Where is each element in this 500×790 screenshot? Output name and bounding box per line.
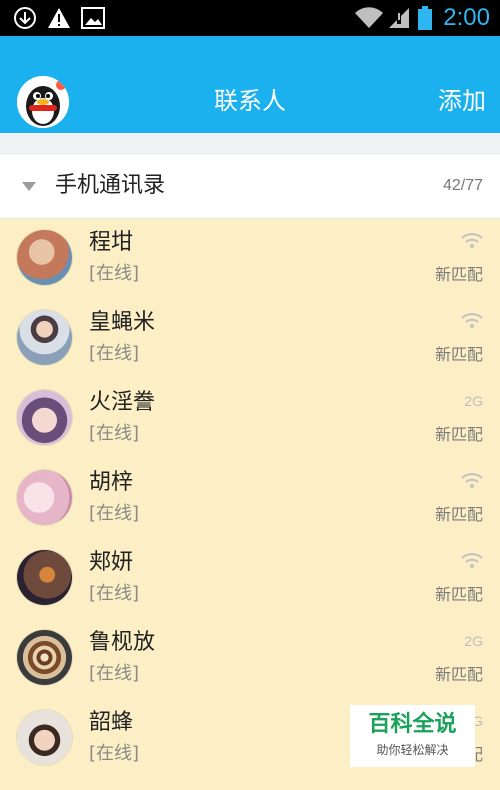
wifi-icon — [354, 5, 384, 31]
group-count: 42/77 — [442, 177, 483, 194]
network-label: 2G — [464, 393, 483, 409]
status-bar: 2:00 — [0, 0, 500, 36]
avatar — [17, 630, 72, 685]
watermark-subtitle: 助你轻松解决 — [376, 743, 449, 757]
match-label: 新匹配 — [434, 345, 483, 364]
page-title: 联系人 — [214, 87, 286, 115]
match-label: 新匹配 — [434, 265, 483, 284]
contact-name: 火淫誊 — [89, 390, 156, 415]
contact-status: [在线] — [89, 343, 140, 364]
chevron-down-icon — [22, 182, 36, 191]
network-label: 2G — [464, 633, 483, 649]
list-item[interactable]: 火淫誊 [在线] 2G 新匹配 — [0, 378, 500, 458]
group-title: 手机通讯录 — [55, 173, 166, 198]
clock: 2:00 — [443, 4, 490, 31]
contact-name: 郏妍 — [89, 550, 134, 575]
contact-name: 皇蝇米 — [89, 310, 156, 335]
warning-icon — [46, 5, 72, 31]
contact-status: [在线] — [89, 423, 140, 444]
contact-status: [在线] — [89, 663, 140, 684]
download-icon — [12, 5, 38, 31]
group-header[interactable]: 手机通讯录 42/77 — [0, 155, 500, 219]
match-label: 新匹配 — [434, 665, 483, 684]
title-bar: 联系人 添加 — [0, 36, 500, 133]
wifi-icon — [461, 232, 483, 250]
signal-icon — [386, 5, 412, 31]
contact-name: 程坩 — [89, 230, 134, 255]
avatar — [17, 390, 72, 445]
contact-status: [在线] — [89, 263, 140, 284]
watermark-logo: 百科全说 助你轻松解决 — [350, 705, 475, 767]
contact-name: 鲁枧放 — [89, 630, 156, 655]
watermark-title: 百科全说 — [368, 712, 457, 737]
avatar — [17, 710, 72, 765]
list-item[interactable]: 程坩 [在线] 新匹配 — [0, 218, 500, 298]
battery-icon — [417, 5, 433, 31]
wifi-icon — [461, 552, 483, 570]
image-icon — [80, 5, 106, 31]
match-label: 新匹配 — [434, 505, 483, 524]
list-item[interactable]: 郏妍 [在线] 新匹配 — [0, 538, 500, 618]
contact-status: [在线] — [89, 583, 140, 604]
match-label: 新匹配 — [434, 425, 483, 444]
avatar — [17, 310, 72, 365]
divider — [0, 133, 500, 155]
match-label: 新匹配 — [434, 585, 483, 604]
avatar — [17, 470, 72, 525]
list-item[interactable]: 胡梓 [在线] 新匹配 — [0, 458, 500, 538]
add-button[interactable]: 添加 — [438, 86, 486, 116]
contact-name: 韶蜂 — [89, 710, 134, 735]
contact-status: [在线] — [89, 503, 140, 524]
contact-status: [在线] — [89, 743, 140, 764]
wifi-icon — [461, 312, 483, 330]
wifi-icon — [461, 472, 483, 490]
avatar — [17, 230, 72, 285]
contact-name: 胡梓 — [89, 470, 134, 495]
list-item[interactable]: 鲁枧放 [在线] 2G 新匹配 — [0, 618, 500, 698]
list-item[interactable]: 皇蝇米 [在线] 新匹配 — [0, 298, 500, 378]
avatar — [17, 550, 72, 605]
